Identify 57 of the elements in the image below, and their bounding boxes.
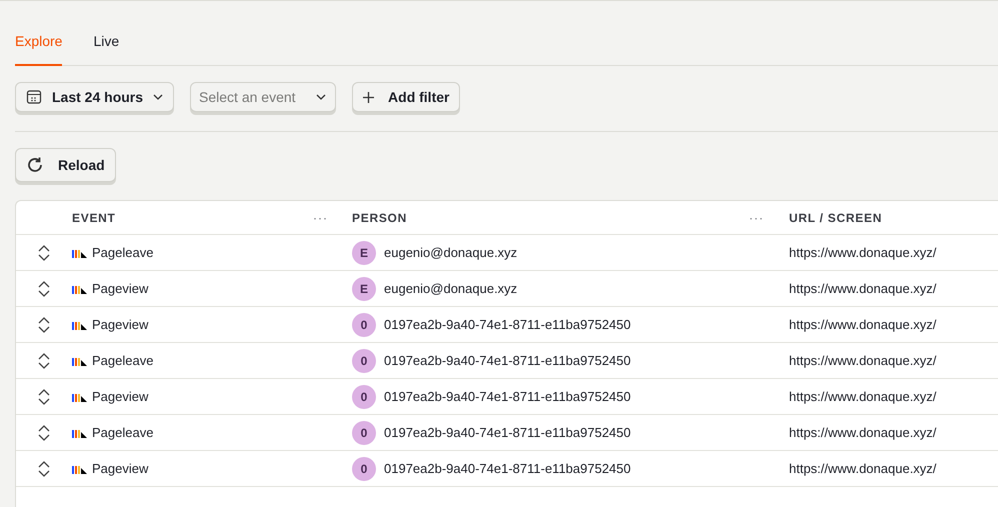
column-header[interactable]: EVENT (72, 208, 116, 226)
url-cell-text: https://www.donaque.xyz/ (788, 316, 936, 334)
striped-logo-icon (72, 356, 88, 366)
person-name[interactable]: 0197ea2b-9a40-74e1-8711-e11ba9752450 (384, 314, 631, 334)
url-cell-text: https://www.donaque.xyz/ (788, 388, 936, 406)
person-name[interactable]: 0197ea2b-9a40-74e1-8711-e11ba9752450 (384, 386, 631, 406)
url-cell-text: https://www.donaque.xyz/ (788, 424, 936, 442)
avatar: 0 (352, 348, 376, 372)
column-header[interactable]: PERSON (352, 208, 407, 226)
avatar: 0 (352, 456, 376, 480)
event-name: Pageview (92, 388, 148, 406)
person-name[interactable]: 0197ea2b-9a40-74e1-8711-e11ba9752450 (384, 422, 631, 442)
url-cell-text: https://www.donaque.xyz/ (788, 460, 936, 478)
event-name: Pageview (92, 280, 148, 298)
event-name: Pageview (92, 316, 148, 334)
striped-logo-icon (72, 464, 88, 474)
striped-logo-icon (72, 320, 88, 330)
date-range-dropdown[interactable]: Last 24 hours (15, 82, 174, 112)
column-menu-button[interactable]: ··· (313, 208, 328, 226)
event-select[interactable]: Select an event (190, 82, 336, 112)
striped-logo-icon (72, 428, 88, 438)
expand-icon (38, 460, 50, 476)
person-name[interactable]: 0197ea2b-9a40-74e1-8711-e11ba9752450 (384, 350, 631, 370)
avatar: E (352, 240, 376, 264)
chevron-down-icon (153, 94, 164, 100)
url-cell-text: https://www.donaque.xyz/ (788, 352, 936, 370)
reload-button[interactable]: Reload (15, 148, 116, 182)
expand-icon (38, 316, 50, 332)
person-name[interactable]: 0197ea2b-9a40-74e1-8711-e11ba9752450 (384, 458, 631, 478)
expand-icon (38, 388, 50, 404)
avatar: 0 (352, 384, 376, 408)
column-menu-button[interactable]: ··· (749, 208, 764, 226)
reload-icon (26, 156, 44, 174)
chevron-down-icon (316, 94, 326, 101)
event-name: Pageleave (92, 352, 154, 370)
event-name: Pageleave (92, 424, 154, 442)
striped-logo-icon (72, 248, 88, 258)
event-name: Pageview (92, 460, 148, 478)
striped-logo-icon (72, 392, 88, 402)
plus-icon (363, 92, 374, 102)
expand-icon (38, 280, 50, 296)
avatar: E (352, 276, 376, 300)
avatar: 0 (352, 312, 376, 336)
person-name[interactable]: eugenio@donaque.xyz (384, 278, 518, 298)
striped-logo-icon (72, 284, 88, 294)
add-filter-button[interactable]: Add filter (352, 82, 460, 112)
person-name[interactable]: eugenio@donaque.xyz (384, 242, 518, 262)
expand-icon (38, 244, 50, 260)
tab[interactable]: Live (93, 25, 120, 66)
column-header[interactable]: URL / SCREEN (789, 208, 882, 226)
avatar: 0 (352, 420, 376, 444)
expand-icon (38, 352, 50, 368)
url-cell-text: https://www.donaque.xyz/ (788, 280, 936, 298)
event-name: Pageleave (92, 244, 154, 262)
expand-icon (38, 424, 50, 440)
calendar-icon (26, 89, 42, 105)
url-cell-text: https://www.donaque.xyz/ (788, 244, 936, 262)
